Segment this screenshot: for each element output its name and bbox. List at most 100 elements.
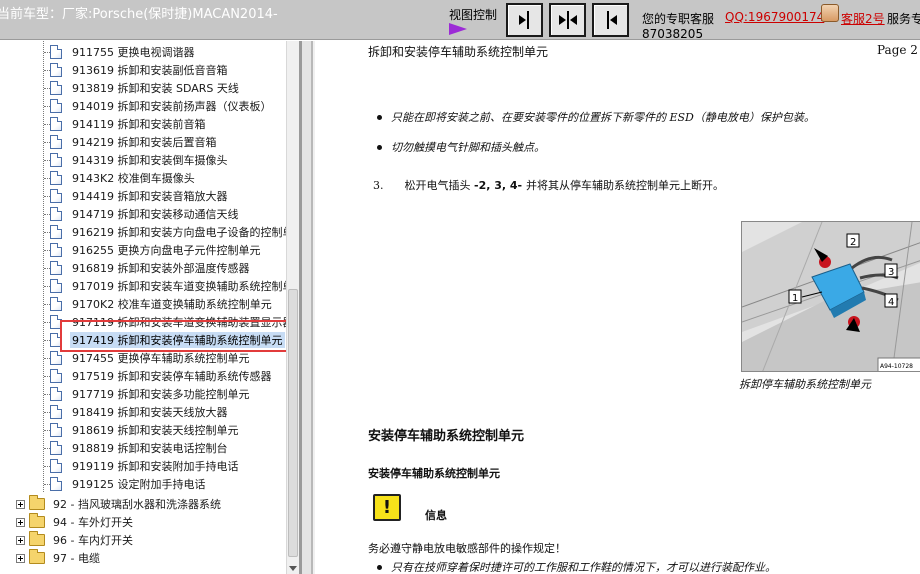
tree-folder-label[interactable]: 97 - 电缆 [51,550,102,566]
tree-item-label[interactable]: 918819 拆卸和安装电话控制台 [70,440,230,456]
expand-left-icon [606,11,617,29]
tree-item-label[interactable]: 914319 拆卸和安装倒车摄像头 [70,152,230,168]
document-icon [50,117,62,131]
tree-item-label[interactable]: 918619 拆卸和安装天线控制单元 [70,422,241,438]
tree-item-label[interactable]: 919125 设定附加手持电话 [70,476,208,492]
tree-item[interactable]: 918819 拆卸和安装电话控制台 [44,439,230,457]
collapse-both-icon [558,11,577,29]
tree-item[interactable]: 914119 拆卸和安装前音箱 [44,115,208,133]
folder-icon [29,513,45,528]
tree-item-label[interactable]: 916819 拆卸和安装外部温度传感器 [70,260,252,276]
tree-item[interactable]: 914319 拆卸和安装倒车摄像头 [44,151,230,169]
tree-item[interactable]: 916819 拆卸和安装外部温度传感器 [44,259,252,277]
tree-item[interactable]: 913619 拆卸和安装副低音音箱 [44,61,230,79]
phone-number: 87038205 [642,27,704,41]
tree-item[interactable]: 917519 拆卸和安装停车辅助系统传感器 [44,367,274,385]
document-icon [50,477,62,491]
figure-callout: 4 [888,297,894,308]
tree-folder[interactable]: 92 - 挡风玻璃刮水器和洗涤器系统 [16,495,223,513]
tree-item-label[interactable]: 916255 更换方向盘电子元件控制单元 [70,242,263,258]
expand-right-button[interactable] [506,3,543,37]
tree-item[interactable]: 9143K2 校准倒车摄像头 [44,169,197,187]
tree-item[interactable]: 914719 拆卸和安装移动通信天线 [44,205,241,223]
tree-item[interactable]: 914419 拆卸和安装音箱放大器 [44,187,230,205]
bullet-item: 切勿触摸电气针脚和插头触点。 [377,139,545,155]
tree-folder-label[interactable]: 92 - 挡风玻璃刮水器和洗涤器系统 [51,496,223,512]
tree-folder[interactable]: 97 - 电缆 [16,549,102,567]
bullet-text: 只能在即将安装之前、在要安装零件的位置拆下新零件的 ESD（静电放电）保护包装。 [391,111,815,124]
qq-link[interactable]: QQ:1967900174 [725,10,824,24]
tree-item-label[interactable]: 916219 拆卸和安装方向盘电子设备的控制单 [70,224,296,240]
sub-title: 安装停车辅助系统控制单元 [368,467,500,480]
notice-text: 务必遵守静电放电敏感部件的操作规定！ [368,542,566,555]
tree-item-label[interactable]: 917519 拆卸和安装停车辅助系统传感器 [70,368,274,384]
support-avatar-icon[interactable] [821,4,839,22]
tree-item-label[interactable]: 911755 更换电视调谐器 [70,44,197,60]
tree-folder-label[interactable]: 94 - 车外灯开关 [51,514,135,530]
tree-item[interactable]: 919119 拆卸和安装附加手持电话 [44,457,241,475]
tree-item[interactable]: 916255 更换方向盘电子元件控制单元 [44,241,263,259]
tree-folder-label[interactable]: 96 - 车内灯开关 [51,532,135,548]
document-icon [50,63,62,77]
tree-item[interactable]: 914019 拆卸和安装前扬声器（仪表板） [44,97,274,115]
tree-item-label[interactable]: 919119 拆卸和安装附加手持电话 [70,458,241,474]
document-icon [50,387,62,401]
bullet-item: 只能在即将安装之前、在要安装零件的位置拆下新零件的 ESD（静电放电）保护包装。 [377,109,815,125]
tree-item-label[interactable]: 918419 拆卸和安装天线放大器 [70,404,230,420]
tree-item-label[interactable]: 9170K2 校准车道变换辅助系统控制单元 [70,296,274,312]
tree-item-label[interactable]: 914719 拆卸和安装移动通信天线 [70,206,241,222]
tree-folder[interactable]: 96 - 车内灯开关 [16,531,135,549]
bullet-text: 只有在技师穿着保时捷许可的工作服和工作鞋的情况下，才可以进行装配作业。 [391,561,776,574]
current-car-label: 当前车型：厂家:Porsche(保时捷)MACAN2014- [0,7,278,22]
expand-left-button[interactable] [592,3,629,37]
tree-item[interactable]: 917019 拆卸和安装车道变换辅助系统控制单 [44,277,296,295]
expand-plus-icon[interactable] [16,535,25,545]
tree-item-label[interactable]: 917019 拆卸和安装车道变换辅助系统控制单 [70,278,296,294]
tree-item-label[interactable]: 913619 拆卸和安装副低音音箱 [70,62,230,78]
figure-callout: 1 [792,293,798,304]
play-arrow-icon[interactable] [449,23,467,35]
figure-caption: 拆卸停车辅助系统控制单元 [739,378,871,391]
expand-plus-icon[interactable] [16,553,25,563]
document-icon [50,351,62,365]
tree-item-label[interactable]: 917455 更换停车辅助系统控制单元 [70,350,252,366]
tree-folder[interactable]: 94 - 车外灯开关 [16,513,135,531]
tree-item-label[interactable]: 914219 拆卸和安装后置音箱 [70,134,219,150]
document-icon [50,405,62,419]
expand-plus-icon[interactable] [16,517,25,527]
tree-item[interactable]: 917719 拆卸和安装多功能控制单元 [44,385,252,403]
document-icon [50,189,62,203]
tree-item[interactable]: 914219 拆卸和安装后置音箱 [44,133,219,151]
panel-splitter[interactable] [299,41,315,574]
document-icon [50,459,62,473]
tree-item[interactable]: 911755 更换电视调谐器 [44,43,197,61]
tree-item[interactable]: 919125 设定附加手持电话 [44,475,208,493]
folder-icon [29,495,45,510]
tree-scrollbar[interactable] [286,41,299,574]
tree-item-label[interactable]: 914119 拆卸和安装前音箱 [70,116,208,132]
document-view: 拆卸和安装停车辅助系统控制单元 Page 2 of 只能在即将安装之前、在要安装… [315,41,920,574]
tree-scrollbar-thumb[interactable] [288,289,298,557]
step-text-end: 并将其从停车辅助系统控制单元上断开。 [525,179,724,192]
tree-item[interactable]: 916219 拆卸和安装方向盘电子设备的控制单 [44,223,296,241]
expand-plus-icon[interactable] [16,499,25,509]
support-label: 您的专职客服 [642,12,715,26]
tree-item[interactable]: 918619 拆卸和安装天线控制单元 [44,421,241,439]
tree-item-label[interactable]: 914419 拆卸和安装音箱放大器 [70,188,230,204]
tree-item[interactable]: 918419 拆卸和安装天线放大器 [44,403,230,421]
kefu2-link[interactable]: 客服2号 [841,10,885,27]
tree-item-label[interactable]: 914019 拆卸和安装前扬声器（仪表板） [70,98,274,114]
document-header: 拆卸和安装停车辅助系统控制单元 [368,45,549,59]
bullet-item: 只有在技师穿着保时捷许可的工作服和工作鞋的情况下，才可以进行装配作业。 [377,559,776,574]
tree-item[interactable]: 9170K2 校准车道变换辅助系统控制单元 [44,295,274,313]
tree-item[interactable]: 913819 拆卸和安装 SDARS 天线 [44,79,241,97]
document-icon [50,243,62,257]
tree-item-label[interactable]: 9143K2 校准倒车摄像头 [70,170,197,186]
info-icon: ! [373,494,401,521]
document-icon [50,207,62,221]
tree-item-label[interactable]: 917719 拆卸和安装多功能控制单元 [70,386,252,402]
tree-item-label[interactable]: 913819 拆卸和安装 SDARS 天线 [70,80,241,96]
scroll-down-icon[interactable] [289,566,297,571]
collapse-both-button[interactable] [549,3,586,37]
tree-panel: 911755 更换电视调谐器 913619 拆卸和安装副低音音箱 913819 拆卸… [0,41,299,574]
